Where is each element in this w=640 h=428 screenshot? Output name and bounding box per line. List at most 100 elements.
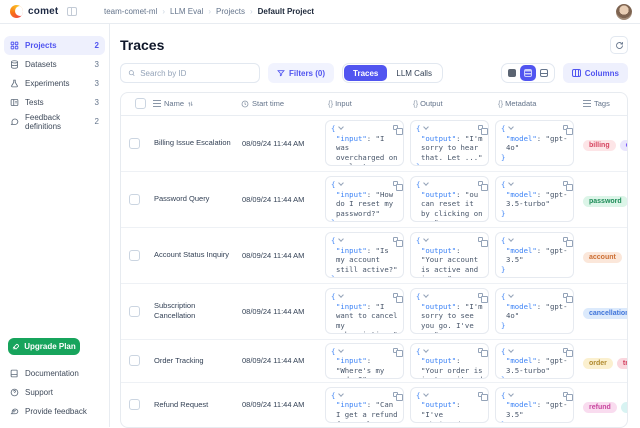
tab-llm-calls[interactable]: LLM Calls [387,65,441,81]
sidebar-item-documentation[interactable]: Documentation [4,364,105,383]
sidebar-item-projects[interactable]: Projects 2 [4,36,105,55]
table-row[interactable]: Order Tracking 08/09/24 11:44 AM { "inpu… [121,339,627,382]
sidebar-item-provide-feedback[interactable]: Provide feedback [4,402,105,421]
column-header-name[interactable]: Name [164,99,184,108]
table-row[interactable]: Refund Request 08/09/24 11:44 AM { "inpu… [121,382,627,427]
filters-button[interactable]: Filters (0) [268,63,334,83]
copy-icon[interactable] [563,293,568,298]
copy-icon[interactable] [393,125,398,130]
tag: account [583,252,622,263]
chevron-down-icon[interactable] [339,180,345,186]
funnel-icon [277,69,285,77]
table-row[interactable]: Billing Issue Escalation 08/09/24 11:44 … [121,115,627,171]
copy-icon[interactable] [478,392,483,397]
sort-icon[interactable] [187,100,194,108]
tag: order [583,358,613,369]
copy-icon[interactable] [563,392,568,397]
columns-label: Columns [585,69,619,78]
chevron-down-icon[interactable] [509,236,515,242]
metadata-cell: { "model": "gpt-4o" } [492,115,577,171]
density-medium-button[interactable] [520,65,536,81]
chevron-down-icon[interactable] [509,180,515,186]
search-input[interactable] [140,69,252,78]
input-cell: { "input": "Can I get a refund for my la… [322,382,407,427]
chevron-down-icon[interactable] [424,391,430,397]
chevron-down-icon[interactable] [509,347,515,353]
copy-icon[interactable] [563,181,568,186]
chevron-down-icon[interactable] [424,124,430,130]
sidebar-item-label: Experiments [25,79,69,88]
table-row[interactable]: Account Status Inquiry 08/09/24 11:44 AM… [121,227,627,283]
refresh-button[interactable] [610,36,628,54]
chevron-down-icon[interactable] [509,391,515,397]
copy-icon[interactable] [393,237,398,242]
copy-icon[interactable] [393,293,398,298]
sidebar-item-experiments[interactable]: Experiments 3 [4,74,105,93]
column-header-input[interactable]: Input [335,99,352,108]
breadcrumb-item[interactable]: LLM Eval [170,7,203,16]
braces-icon: { } [328,99,332,108]
copy-icon[interactable] [563,237,568,242]
row-checkbox[interactable] [129,138,140,149]
copy-icon[interactable] [563,348,568,353]
chevron-down-icon[interactable] [339,292,345,298]
breadcrumb: team-comet-ml › LLM Eval › Projects › De… [88,7,314,16]
text-icon [153,100,161,107]
row-checkbox[interactable] [129,399,140,410]
chevron-down-icon[interactable] [424,292,430,298]
tab-traces[interactable]: Traces [344,65,387,81]
chevron-down-icon[interactable] [339,124,345,130]
chevron-down-icon[interactable] [424,236,430,242]
sidebar: Projects 2 Datasets 3 Experiments 3 Test… [0,24,110,427]
sidebar-item-label: Documentation [25,369,79,378]
copy-icon[interactable] [478,237,483,242]
upgrade-plan-button[interactable]: Upgrade Plan [8,338,80,355]
comet-logo[interactable]: comet [0,5,88,18]
chevron-down-icon[interactable] [424,347,430,353]
chevron-right-icon: › [162,7,165,16]
column-header-start-time[interactable]: Start time [252,99,284,108]
row-checkbox[interactable] [129,250,140,261]
copy-icon[interactable] [393,181,398,186]
breadcrumb-item[interactable]: team-comet-ml [104,7,157,16]
density-small-button[interactable] [504,65,520,81]
chevron-down-icon[interactable] [509,292,515,298]
chevron-down-icon[interactable] [424,180,430,186]
trace-name: Refund Request [147,382,235,427]
sidebar-item-support[interactable]: Support [4,383,105,402]
trace-start-time: 08/09/24 11:44 AM [235,115,322,171]
row-checkbox[interactable] [129,306,140,317]
column-header-output[interactable]: Output [420,99,443,108]
chevron-down-icon[interactable] [339,347,345,353]
tags-cell: billingesca [577,115,627,171]
table-row[interactable]: Password Query 08/09/24 11:44 AM { "inpu… [121,171,627,227]
columns-button[interactable]: Columns [563,63,628,83]
density-large-button[interactable] [536,65,552,81]
column-header-metadata[interactable]: Metadata [505,99,536,108]
row-checkbox[interactable] [129,194,140,205]
breadcrumb-item[interactable]: Projects [216,7,245,16]
row-checkbox[interactable] [129,355,140,366]
chevron-down-icon[interactable] [339,236,345,242]
copy-icon[interactable] [478,125,483,130]
select-all-checkbox[interactable] [135,98,146,109]
avatar[interactable] [616,4,632,20]
table-row[interactable]: Subscription Cancellation 08/09/24 11:44… [121,283,627,339]
sidebar-item-tests[interactable]: Tests 3 [4,93,105,112]
sidebar-toggle-icon[interactable] [67,7,77,16]
chevron-down-icon[interactable] [339,391,345,397]
copy-icon[interactable] [478,181,483,186]
filters-label: Filters (0) [289,69,325,78]
sidebar-item-datasets[interactable]: Datasets 3 [4,55,105,74]
column-header-tags[interactable]: Tags [594,99,610,108]
output-cell: { "output": "ou can reset it by clicking… [407,171,492,227]
copy-icon[interactable] [563,125,568,130]
copy-icon[interactable] [478,293,483,298]
chevron-down-icon[interactable] [509,124,515,130]
copy-icon[interactable] [393,392,398,397]
copy-icon[interactable] [478,348,483,353]
sidebar-item-feedback-definitions[interactable]: Feedback definitions 2 [4,112,105,131]
copy-icon[interactable] [393,348,398,353]
input-cell: { "input": "Where's my order?" } [322,339,407,382]
help-icon [10,388,19,397]
